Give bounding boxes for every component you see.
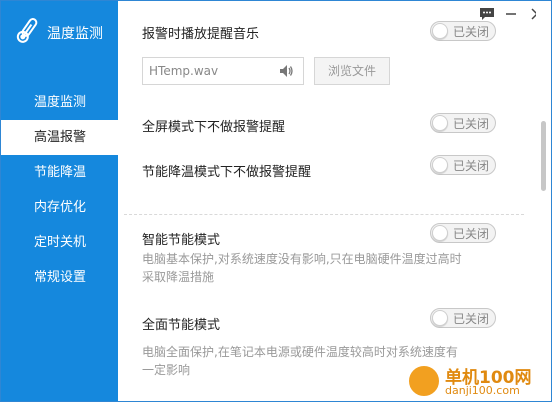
browse-file-button[interactable]: 浏览文件 <box>314 57 390 85</box>
toggle-knob <box>432 157 448 173</box>
watermark-url: danji100.com <box>445 384 520 397</box>
sidebar-item-eco-cooling[interactable]: 节能降温 <box>1 155 118 190</box>
alarm-music-label: 报警时播放提醒音乐 <box>142 27 260 42</box>
toggle-knob <box>432 225 448 241</box>
sidebar-item-high-temp-alarm[interactable]: 高温报警 <box>1 120 118 155</box>
settings-panel: 报警时播放提醒音乐 已关闭 HTemp.wav 浏览文件 全屏模式下不做报警提醒… <box>118 1 536 401</box>
watermark-logo-icon <box>407 364 441 398</box>
smart-eco-toggle[interactable]: 已关闭 <box>430 223 496 243</box>
sidebar-item-scheduled-shutdown[interactable]: 定时关机 <box>1 225 118 260</box>
full-eco-toggle[interactable]: 已关闭 <box>430 308 496 328</box>
sidebar-item-general-settings[interactable]: 常规设置 <box>1 260 118 295</box>
toggle-state-label: 已关闭 <box>453 117 490 131</box>
app-title: 温度监测 <box>47 26 103 42</box>
thermometer-icon <box>16 18 38 43</box>
alarm-music-toggle[interactable]: 已关闭 <box>430 21 496 41</box>
fullscreen-toggle[interactable]: 已关闭 <box>430 113 496 133</box>
app-window: 温度监测 温度监测 高温报警 节能降温 内存优化 定时关机 常规设置 报警时播放… <box>0 0 552 402</box>
sidebar: 温度监测 温度监测 高温报警 节能降温 内存优化 定时关机 常规设置 <box>1 1 118 401</box>
sidebar-item-memory-optimize[interactable]: 内存优化 <box>1 190 118 225</box>
eco-mode-alarm-label: 节能降温模式下不做报警提醒 <box>142 165 312 180</box>
smart-eco-label: 智能节能模式 <box>142 233 221 248</box>
full-eco-label: 全面节能模式 <box>142 318 221 333</box>
toggle-knob <box>432 310 448 326</box>
sidebar-item-temperature-monitor[interactable]: 温度监测 <box>1 85 118 120</box>
toggle-state-label: 已关闭 <box>453 25 490 39</box>
vertical-scrollbar[interactable] <box>536 1 551 401</box>
toggle-knob <box>432 23 448 39</box>
toggle-state-label: 已关闭 <box>453 227 490 241</box>
smart-eco-description: 电脑基本保护,对系统速度没有影响,只在电脑硬件温度过高时采取降温措施 <box>142 252 462 284</box>
eco-mode-alarm-toggle[interactable]: 已关闭 <box>430 155 496 175</box>
toggle-state-label: 已关闭 <box>453 312 490 326</box>
scrollbar-thumb[interactable] <box>541 121 546 191</box>
speaker-icon[interactable] <box>278 63 294 79</box>
toggle-knob <box>432 115 448 131</box>
watermark: 单机100网 danji100.com <box>401 361 551 401</box>
fullscreen-label: 全屏模式下不做报警提醒 <box>142 120 286 135</box>
sidebar-nav: 温度监测 高温报警 节能降温 内存优化 定时关机 常规设置 <box>1 85 118 295</box>
brand: 温度监测 <box>1 1 118 63</box>
section-divider <box>124 214 524 215</box>
toggle-state-label: 已关闭 <box>453 159 490 173</box>
